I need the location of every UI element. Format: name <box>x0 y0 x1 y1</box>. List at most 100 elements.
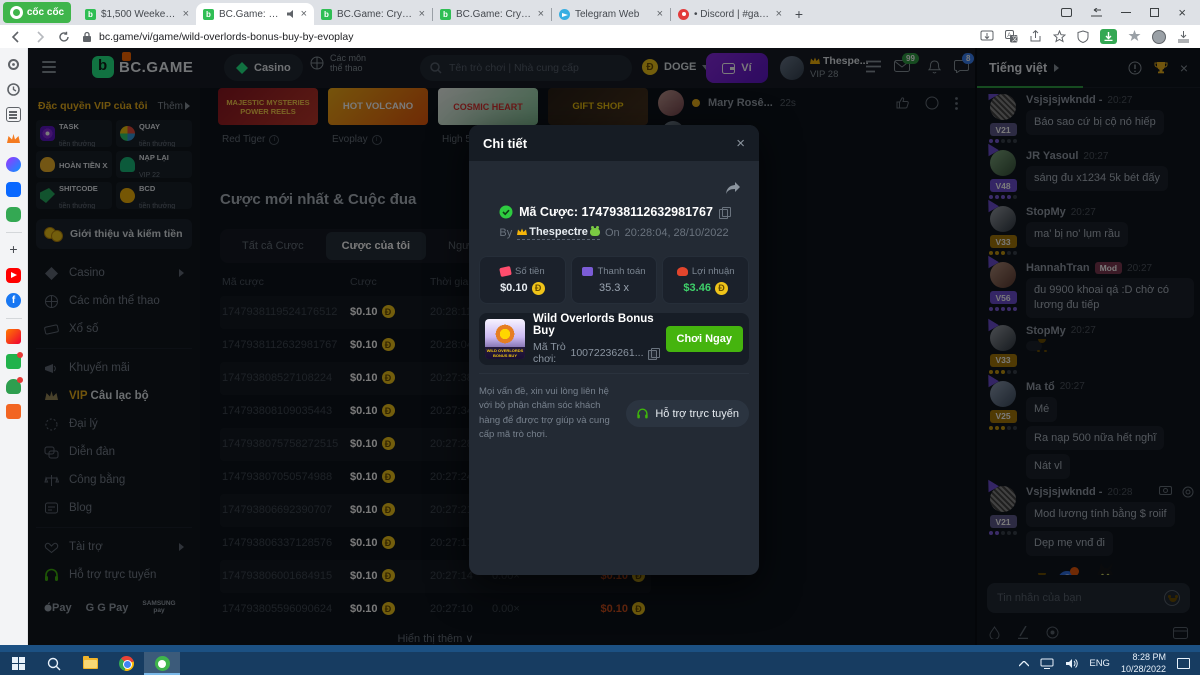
taskbar-clock[interactable]: 8:28 PM10/28/2022 <box>1121 652 1166 675</box>
strip-divider <box>6 318 22 319</box>
newsfeed-icon[interactable] <box>6 107 21 122</box>
tray-chevron-icon[interactable] <box>1019 661 1029 667</box>
bcgame-favicon: b <box>203 9 214 20</box>
bookmark-star-icon[interactable] <box>1053 30 1066 43</box>
bottom-strip <box>0 645 1200 652</box>
play-now-button[interactable]: Chơi Ngay <box>666 326 744 352</box>
stat-payout: Thanh toán 35.3 x <box>571 256 658 304</box>
bet-id-row: Mã Cược: 1747938112632981767 <box>469 205 759 219</box>
shopee-icon[interactable] <box>6 379 21 394</box>
stat-profit: Lợi nhuận $3.46Đ <box>662 256 749 304</box>
coccoc-brand-button[interactable]: cốc cốc <box>3 2 71 23</box>
modal-footer: Mọi vấn đề, xin vui lòng liên hệ với bộ … <box>479 373 749 442</box>
bet-stats: Số tiền $0.10Đ Thanh toán 35.3 x Lợi nhu… <box>479 256 749 304</box>
browser-tab[interactable]: b BC.Game: Crypto Casino Gan × <box>314 3 432 25</box>
doge-coin-icon: Đ <box>715 282 728 295</box>
network-icon[interactable] <box>1040 658 1054 669</box>
download-manager-icon[interactable] <box>1100 29 1117 44</box>
browser-tab[interactable]: • Discord | #games | BC G × <box>671 3 789 25</box>
url-field[interactable]: bc.game/vi/game/wild-overlords-bonus-buy… <box>82 31 968 43</box>
extensions-icon[interactable] <box>1128 30 1141 43</box>
doge-coin-icon: Đ <box>532 282 545 295</box>
url-text: bc.game/vi/game/wild-overlords-bonus-buy… <box>99 31 353 43</box>
new-tab-button[interactable]: + <box>789 4 809 24</box>
profit-hand-icon <box>677 267 688 276</box>
minimize-icon[interactable] <box>1121 12 1131 14</box>
bet-by-row: By Thespectre On 20:28:04, 28/10/2022 <box>469 226 759 240</box>
support-note: Mọi vấn đề, xin vui lòng liên hệ với bộ … <box>479 385 618 442</box>
tab-close-icon[interactable]: × <box>776 9 782 19</box>
browser-tab[interactable]: Telegram Web × <box>552 3 670 25</box>
profile-icon[interactable] <box>1152 30 1166 44</box>
share-bet-icon[interactable] <box>725 181 741 195</box>
coccoc-side-strip: + f <box>0 48 28 645</box>
shopping-cart-icon[interactable] <box>6 404 21 419</box>
youtube-icon[interactable] <box>6 268 21 283</box>
share-icon[interactable] <box>1029 30 1042 43</box>
browser-tab[interactable]: b BC.Game: Crypto Casino Gan × <box>433 3 551 25</box>
chrome-taskbar-icon[interactable] <box>108 652 144 675</box>
tab-close-icon[interactable]: × <box>657 9 663 19</box>
session-restore-icon[interactable] <box>1091 8 1102 17</box>
coccoc-brand-label: cốc cốc <box>27 7 64 18</box>
game-id-row: Mã Trò chơi:10072236261... <box>533 341 658 365</box>
browser-tab-strip: cốc cốc b $1,500 Weekend Evoplay Mu × b … <box>0 0 1200 25</box>
tab-search-icon[interactable] <box>1061 8 1072 17</box>
taskbar-search-icon[interactable] <box>36 652 72 675</box>
telegram-favicon <box>559 9 570 20</box>
adblock-shield-icon[interactable] <box>1077 30 1089 43</box>
coccoc-logo-icon <box>10 6 23 19</box>
bet-username[interactable]: Thespectre <box>517 226 600 240</box>
maximize-icon[interactable] <box>1150 8 1159 17</box>
game-card: WILD OVERLORDS BONUS BUY Wild Overlords … <box>479 313 749 365</box>
translate-icon[interactable]: A文 <box>1005 30 1018 43</box>
save-page-icon[interactable] <box>980 30 994 43</box>
copy-icon[interactable] <box>719 207 729 218</box>
facebook-icon[interactable]: f <box>6 293 21 308</box>
file-explorer-icon[interactable] <box>72 652 108 675</box>
lock-icon[interactable] <box>82 31 92 43</box>
tab-close-icon[interactable]: × <box>538 9 544 19</box>
tab-audio-icon[interactable] <box>286 9 296 19</box>
coccoc-taskbar-icon[interactable] <box>144 652 180 675</box>
headset-icon <box>636 408 649 420</box>
back-icon[interactable] <box>10 31 22 43</box>
start-button[interactable] <box>0 652 36 675</box>
zalo-icon[interactable] <box>6 182 21 197</box>
windows-taskbar: ENG 8:28 PM10/28/2022 <box>0 652 1200 675</box>
settings-gear-icon[interactable] <box>6 57 21 72</box>
verified-icon <box>499 205 513 219</box>
action-center-icon[interactable] <box>1177 658 1190 669</box>
bcgame-page: BC.GAME Casino Các mônthể thao Đ DOGE Ví… <box>28 48 1200 645</box>
copy-icon[interactable] <box>648 348 658 359</box>
window-close-icon[interactable]: × <box>1178 8 1186 18</box>
bcgame-favicon: b <box>321 9 332 20</box>
tab-close-icon[interactable]: × <box>183 9 189 19</box>
reload-icon[interactable] <box>58 31 70 43</box>
modal-close-icon[interactable]: × <box>736 135 745 152</box>
frog-emoji-icon <box>590 228 600 236</box>
add-shortcut-icon[interactable]: + <box>6 243 21 258</box>
forward-icon[interactable] <box>34 31 46 43</box>
crown-rewards-icon[interactable] <box>6 132 21 147</box>
payout-card-icon <box>582 267 593 276</box>
bet-datetime: 20:28:04, 28/10/2022 <box>625 227 729 239</box>
strip-divider <box>6 232 22 233</box>
money-icon <box>499 265 512 276</box>
tab-close-icon[interactable]: × <box>301 9 307 19</box>
gift-icon[interactable] <box>6 354 21 369</box>
messenger-icon[interactable] <box>6 157 21 172</box>
games-icon[interactable] <box>6 207 21 222</box>
language-indicator[interactable]: ENG <box>1089 658 1110 669</box>
modal-header: Chi tiết × <box>469 125 759 161</box>
downloads-tray-icon[interactable] <box>1177 30 1190 43</box>
browser-tab[interactable]: b $1,500 Weekend Evoplay Mu × <box>78 3 196 25</box>
tiki-icon[interactable] <box>6 329 21 344</box>
browser-tab-active[interactable]: b BC.Game: Crypto Casino × <box>196 3 314 25</box>
live-support-button[interactable]: Hỗ trợ trực tuyến <box>626 400 749 427</box>
tab-close-icon[interactable]: × <box>419 9 425 19</box>
game-thumbnail[interactable]: WILD OVERLORDS BONUS BUY <box>485 319 525 359</box>
history-icon[interactable] <box>6 82 21 97</box>
volume-icon[interactable] <box>1065 658 1078 669</box>
discord-favicon <box>678 9 689 20</box>
